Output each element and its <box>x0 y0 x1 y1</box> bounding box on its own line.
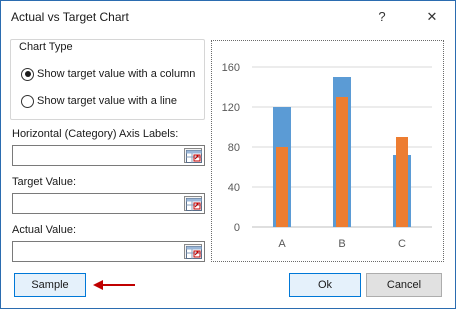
radio-option-column[interactable]: Show target value with a column <box>21 67 195 81</box>
x-tick-label: B <box>338 238 345 250</box>
ok-button[interactable]: Ok <box>289 273 361 297</box>
y-tick-label: 0 <box>234 222 240 234</box>
range-select-icon[interactable] <box>184 196 202 211</box>
target-value-label: Target Value: <box>12 176 77 188</box>
chart-svg: 0 40 80 120 160 A B C <box>222 62 432 250</box>
dialog-window: Actual vs Target Chart ? ✕ Chart Type Sh… <box>0 0 456 309</box>
range-select-icon[interactable] <box>184 244 202 259</box>
actual-value-field <box>12 241 205 262</box>
actual-value-label: Actual Value: <box>12 224 77 236</box>
bar-series-2 <box>396 137 408 227</box>
radio-button-line[interactable] <box>21 94 34 108</box>
y-tick-label: 80 <box>228 142 240 154</box>
y-tick-label: 120 <box>222 102 240 114</box>
axis-labels-field <box>12 145 205 166</box>
close-button[interactable]: ✕ <box>417 5 447 29</box>
radio-button-column[interactable] <box>21 67 34 81</box>
x-tick-label: A <box>278 238 286 250</box>
radio-label-line: Show target value with a line <box>37 95 178 107</box>
y-tick-label: 160 <box>222 62 240 74</box>
target-value-input[interactable] <box>13 194 181 213</box>
y-tick-label: 40 <box>228 182 240 194</box>
bar-series-2 <box>276 147 288 227</box>
radio-label-column: Show target value with a column <box>37 68 196 80</box>
cancel-button[interactable]: Cancel <box>366 273 442 297</box>
chart-preview: 0 40 80 120 160 A B C <box>211 40 444 262</box>
axis-labels-input[interactable] <box>13 146 181 165</box>
annotation-arrow-icon <box>93 280 135 290</box>
title-bar: Actual vs Target Chart ? ✕ <box>1 1 455 32</box>
range-select-icon[interactable] <box>184 148 202 163</box>
bar-series-2 <box>336 97 348 227</box>
axis-labels-label: Horizontal (Category) Axis Labels: <box>12 128 179 140</box>
help-button[interactable]: ? <box>367 5 397 29</box>
x-tick-label: C <box>398 238 406 250</box>
sample-button[interactable]: Sample <box>14 273 86 297</box>
chart-type-legend: Chart Type <box>17 41 75 53</box>
target-value-field <box>12 193 205 214</box>
dialog-title: Actual vs Target Chart <box>11 10 129 24</box>
actual-value-input[interactable] <box>13 242 181 261</box>
radio-option-line[interactable]: Show target value with a line <box>21 94 177 108</box>
